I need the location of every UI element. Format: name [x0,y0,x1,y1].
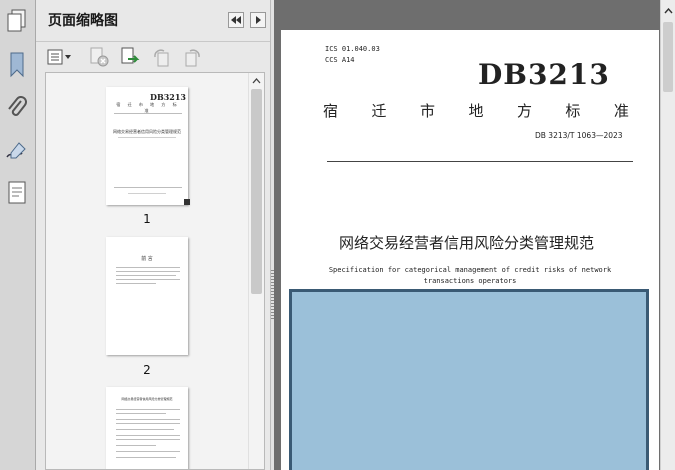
thumb-heading: 前 言 [141,256,153,262]
options-menu-button[interactable] [46,47,74,67]
rotate-left-button[interactable] [150,47,172,67]
document-title-en-line1: Specification for categorical management… [328,266,612,274]
subtitle-char: 准 [613,102,629,120]
navigation-strip [0,0,36,470]
panel-title: 页面缩略图 [48,13,118,29]
page-number-2: 2 [143,363,151,377]
ccs-code: CCS A14 [325,56,355,64]
document-scrollbar[interactable] [660,0,675,470]
thumb-resize-handle[interactable] [184,199,190,205]
delete-pages-button[interactable] [88,47,110,67]
signature-icon[interactable] [4,138,30,164]
extract-pages-button[interactable] [120,47,142,67]
document-page: ICS 01.040.03 CCS A14 DB3213 宿 迁 市 地 方 标… [281,30,659,470]
rotate-right-icon [185,49,200,67]
expand-panel-button[interactable] [250,12,266,28]
document-view[interactable]: ICS 01.040.03 CCS A14 DB3213 宿 迁 市 地 方 标… [274,0,660,470]
attachment-icon[interactable] [4,95,30,121]
bookmark-icon[interactable] [4,52,30,78]
thumbnail-scrollbar[interactable] [248,73,264,469]
thumbnail-panel: 页面缩略图 DB3213 宿 迁 市 地 方 标 准 网络交易经营者信用风险分类… [36,0,270,470]
standard-logo: DB3213 [478,58,610,91]
double-chevron-left-icon [231,16,241,24]
scrollbar-thumb[interactable] [663,22,673,92]
thumbnail-list[interactable]: DB3213 宿 迁 市 地 方 标 准 网络交易经营者信用风险分类管理规范 1… [45,72,265,470]
subtitle-char: 标 [565,102,581,120]
page-thumbnail-1[interactable]: DB3213 宿 迁 市 地 方 标 准 网络交易经营者信用风险分类管理规范 [106,87,190,205]
standard-number: DB 3213/T 1063—2023 [535,131,623,140]
subtitle-char: 方 [516,102,532,120]
page-thumbnail-2[interactable]: 前 言 [106,237,188,355]
thumb-heading: 网络交易经营者信用风险分类管理规范 [121,397,173,401]
page-thumbnail-3[interactable]: 网络交易经营者信用风险分类管理规范 [106,387,188,469]
ics-code: ICS 01.040.03 [325,45,380,53]
delete-page-icon [90,47,109,67]
thumbnail-toolbar [36,42,270,72]
rotate-left-icon [154,49,169,67]
subtitle-char: 地 [468,102,484,120]
cover-image-block [289,289,649,470]
scroll-up-arrow-icon[interactable] [251,75,262,87]
pages-icon[interactable] [4,8,30,34]
subtitle-char: 迁 [371,102,387,120]
panel-header: 页面缩略图 [36,0,270,42]
thumb-logo: DB3213 [150,92,186,102]
rotate-right-button[interactable] [182,47,204,67]
subtitle-char: 市 [419,102,435,120]
standard-subtitle: 宿 迁 市 地 方 标 准 [323,100,629,121]
thumb-title: 网络交易经营者信用风险分类管理规范 [113,129,181,134]
document-title-en-line2: transactions operators [423,277,517,285]
extract-page-icon [121,47,140,64]
collapse-panel-button[interactable] [228,12,244,28]
chevron-right-icon [256,16,261,24]
scrollbar-thumb[interactable] [251,89,262,294]
header-divider [327,161,633,162]
layers-icon[interactable] [4,180,30,206]
scroll-up-arrow-icon[interactable] [663,4,673,18]
options-list-icon [47,49,71,65]
page-number-1: 1 [143,212,151,226]
subtitle-char: 宿 [323,102,339,120]
document-title-cn: 网络交易经营者信用风险分类管理规范 [339,234,595,252]
